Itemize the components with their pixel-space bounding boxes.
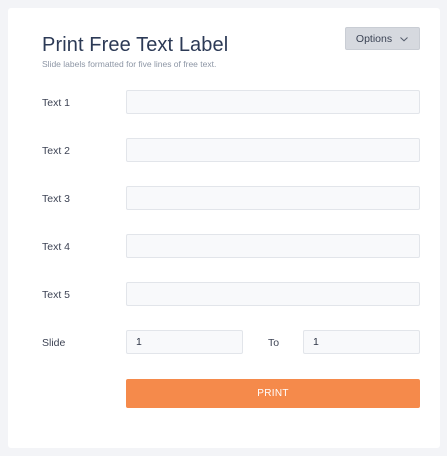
page-subtitle: Slide labels formatted for five lines of…	[42, 59, 217, 69]
chevron-down-icon	[400, 36, 408, 41]
slide-to-label: To	[268, 337, 280, 349]
text-1-input[interactable]	[126, 90, 420, 114]
text-2-label: Text 2	[42, 145, 71, 157]
slide-label: Slide	[42, 337, 66, 349]
text-1-label: Text 1	[42, 97, 71, 109]
text-2-input[interactable]	[126, 138, 420, 162]
options-label: Options	[355, 32, 393, 45]
slide-from-input[interactable]	[126, 330, 243, 354]
print-button[interactable]: PRINT	[126, 379, 420, 408]
text-3-input[interactable]	[126, 186, 420, 210]
text-4-label: Text 4	[42, 241, 71, 253]
slide-to-input[interactable]	[303, 330, 420, 354]
text-5-label: Text 5	[42, 289, 71, 301]
print-label-card: Print Free Text Label Slide labels forma…	[8, 8, 440, 448]
text-5-input[interactable]	[126, 282, 420, 306]
text-3-label: Text 3	[42, 193, 71, 205]
page-title: Print Free Text Label	[42, 34, 229, 56]
options-dropdown-button[interactable]: Options	[345, 27, 420, 50]
text-4-input[interactable]	[126, 234, 420, 258]
